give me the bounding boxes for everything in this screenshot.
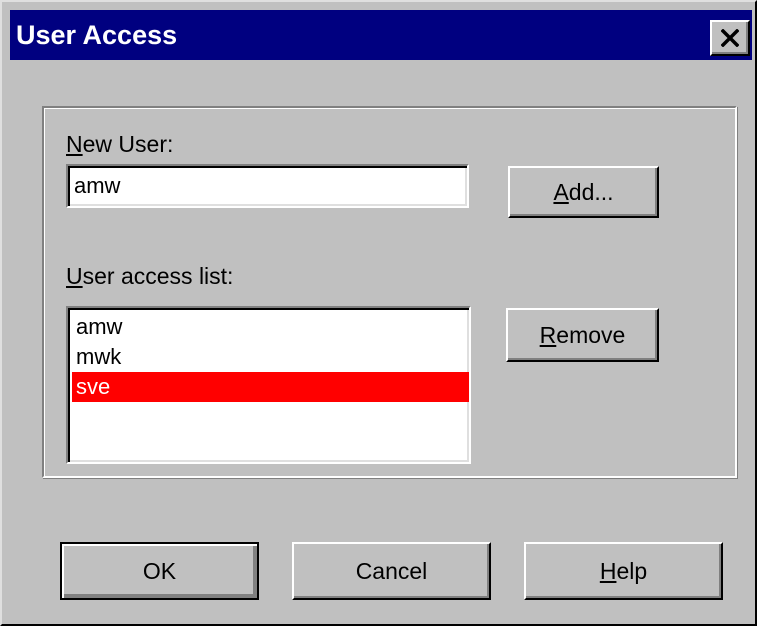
list-item[interactable]: mwk	[72, 342, 469, 372]
close-button[interactable]	[710, 20, 750, 56]
ok-button[interactable]: OK	[60, 542, 259, 600]
add-button[interactable]: Add...	[508, 166, 659, 218]
user-access-dialog: User Access New User: Add... User access…	[0, 0, 757, 626]
remove-button[interactable]: Remove	[506, 308, 659, 362]
cancel-button[interactable]: Cancel	[292, 542, 491, 600]
new-user-input[interactable]	[66, 164, 469, 208]
list-item[interactable]: sve	[72, 372, 469, 402]
user-access-list-label: User access list:	[66, 263, 234, 289]
list-item[interactable]: amw	[72, 312, 469, 342]
user-access-listbox[interactable]: amw mwk sve	[66, 306, 471, 464]
new-user-label: New User:	[66, 131, 174, 157]
help-button[interactable]: Help	[524, 542, 723, 600]
window-title: User Access	[16, 20, 178, 50]
close-icon	[721, 29, 739, 47]
title-bar[interactable]: User Access	[10, 10, 752, 60]
